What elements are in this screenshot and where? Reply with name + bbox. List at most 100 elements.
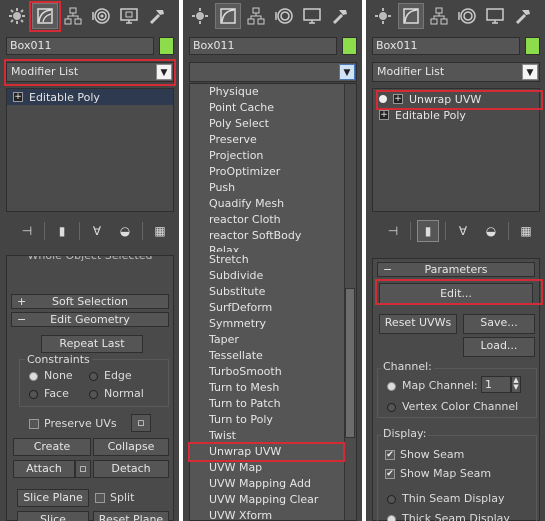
soft-selection-rollout[interactable]: + Soft Selection <box>11 294 169 309</box>
modifier-option[interactable]: UVW Map <box>190 460 356 476</box>
modifier-option[interactable]: TurboSmooth <box>190 364 356 380</box>
detach-button[interactable]: Detach <box>93 460 169 478</box>
show-end-result-icon[interactable]: ▮ <box>417 220 439 242</box>
slice-button[interactable]: Slice <box>17 511 89 521</box>
modifier-option[interactable]: Projection <box>190 148 356 164</box>
modifier-option[interactable]: Physique <box>190 84 356 100</box>
expand-icon[interactable]: + <box>393 94 403 104</box>
utilities-tab[interactable] <box>144 3 170 29</box>
object-color-swatch[interactable] <box>342 37 357 55</box>
make-unique-icon[interactable]: ∀ <box>452 220 474 242</box>
edit-geometry-rollout[interactable]: − Edit Geometry <box>11 312 169 327</box>
make-unique-icon[interactable]: ∀ <box>86 220 108 242</box>
object-color-swatch[interactable] <box>159 37 174 55</box>
constraint-edge[interactable]: Edge <box>89 369 132 382</box>
expand-icon[interactable]: + <box>379 110 389 120</box>
object-color-swatch[interactable] <box>525 37 540 55</box>
modify-tab[interactable] <box>398 3 424 29</box>
display-tab[interactable] <box>116 3 142 29</box>
create-button[interactable]: Create <box>13 438 91 456</box>
dropdown-scrollbar[interactable] <box>344 84 356 520</box>
hierarchy-tab[interactable] <box>426 3 452 29</box>
hierarchy-tab[interactable] <box>243 3 269 29</box>
stack-item-editable-poly[interactable]: + Editable Poly <box>7 89 173 105</box>
constraint-normal[interactable]: Normal <box>89 387 144 400</box>
modifier-option[interactable]: Point Cache <box>190 100 356 116</box>
create-tab[interactable] <box>4 3 30 29</box>
modify-tab[interactable] <box>215 3 241 29</box>
utilities-tab[interactable] <box>510 3 536 29</box>
configure-sets-icon[interactable]: ▦ <box>515 220 537 242</box>
modifier-option[interactable]: SurfDeform <box>190 300 356 316</box>
modifier-option[interactable]: Unwrap UVW <box>190 444 356 460</box>
expand-icon[interactable]: + <box>13 92 23 102</box>
modifier-option[interactable]: Twist <box>190 428 356 444</box>
modifier-option[interactable]: Subdivide <box>190 268 356 284</box>
show-map-seam-checkbox[interactable]: ✔ Show Map Seam <box>385 467 491 480</box>
split-checkbox[interactable]: Split <box>95 491 134 504</box>
modifier-option[interactable]: Tessellate <box>190 348 356 364</box>
chevron-down-icon[interactable]: ▼ <box>339 64 355 80</box>
collapse-button[interactable]: Collapse <box>93 438 169 456</box>
modifier-list-dropdown[interactable]: Modifier List ▼ <box>372 62 540 82</box>
modifier-option[interactable]: reactor Cloth <box>190 212 356 228</box>
show-seam-checkbox[interactable]: ✔ Show Seam <box>385 448 464 461</box>
modifier-option[interactable]: Stretch <box>190 252 356 268</box>
repeat-last-button[interactable]: Repeat Last <box>41 335 143 353</box>
modifier-option[interactable]: Push <box>190 180 356 196</box>
remove-modifier-icon[interactable]: ◒ <box>114 220 136 242</box>
modifier-option[interactable]: Taper <box>190 332 356 348</box>
slice-plane-button[interactable]: Slice Plane <box>17 489 89 507</box>
modifier-option[interactable]: Symmetry <box>190 316 356 332</box>
modifier-list-dropdown[interactable]: ▼ <box>189 62 357 82</box>
vertex-color-channel-radio[interactable]: Vertex Color Channel <box>387 400 518 413</box>
chevron-down-icon[interactable]: ▼ <box>522 64 538 80</box>
hierarchy-tab[interactable] <box>60 3 86 29</box>
attach-list-button[interactable]: ▫ <box>75 460 91 478</box>
reset-plane-button[interactable]: Reset Plane <box>93 511 169 521</box>
preserve-uvs-settings-button[interactable]: ▫ <box>131 414 151 432</box>
modifier-option[interactable]: Turn to Patch <box>190 396 356 412</box>
modifier-option[interactable]: Relax <box>190 244 356 252</box>
modifier-option[interactable]: Turn to Mesh <box>190 380 356 396</box>
display-tab[interactable] <box>482 3 508 29</box>
stack-item-unwrap-uvw[interactable]: + Unwrap UVW <box>373 91 539 107</box>
modifier-option[interactable]: Turn to Poly <box>190 412 356 428</box>
pin-stack-icon[interactable]: ⊣ <box>382 220 404 242</box>
thick-seam-radio[interactable]: Thick Seam Display <box>387 512 510 521</box>
load-button[interactable]: Load... <box>463 337 535 357</box>
modifier-option[interactable]: Substitute <box>190 284 356 300</box>
motion-tab[interactable] <box>454 3 480 29</box>
attach-button[interactable]: Attach <box>13 460 75 478</box>
utilities-tab[interactable] <box>327 3 353 29</box>
remove-modifier-icon[interactable]: ◒ <box>480 220 502 242</box>
object-name-field[interactable]: Box011 <box>189 37 337 55</box>
create-tab[interactable] <box>370 3 396 29</box>
show-end-result-icon[interactable]: ▮ <box>51 220 73 242</box>
scrollbar-thumb[interactable] <box>345 288 355 438</box>
modifier-option[interactable]: UVW Xform <box>190 508 356 520</box>
modifier-option[interactable]: Preserve <box>190 132 356 148</box>
object-name-field[interactable]: Box011 <box>372 37 520 55</box>
configure-sets-icon[interactable]: ▦ <box>149 220 171 242</box>
map-channel-spinner-field[interactable]: 1 <box>481 376 511 393</box>
constraint-none[interactable]: None <box>29 369 73 382</box>
modifier-option[interactable]: ProOptimizer <box>190 164 356 180</box>
edit-button[interactable]: Edit... <box>379 283 533 305</box>
preserve-uvs-checkbox[interactable]: Preserve UVs <box>29 417 117 430</box>
display-tab[interactable] <box>299 3 325 29</box>
object-name-field[interactable]: Box011 <box>6 37 154 55</box>
modifier-list-dropdown[interactable]: Modifier List ▼ <box>6 62 174 82</box>
modifier-option[interactable]: reactor SoftBody <box>190 228 356 244</box>
motion-tab[interactable] <box>271 3 297 29</box>
modify-tab[interactable] <box>32 3 58 29</box>
map-channel-radio[interactable]: Map Channel: <box>387 379 478 392</box>
stack-item-editable-poly[interactable]: + Editable Poly <box>373 107 539 123</box>
pin-stack-icon[interactable]: ⊣ <box>16 220 38 242</box>
constraint-face[interactable]: Face <box>29 387 69 400</box>
create-tab[interactable] <box>187 3 213 29</box>
spinner-arrows-icon[interactable]: ▲ ▼ <box>511 376 521 393</box>
motion-tab[interactable] <box>88 3 114 29</box>
lightbulb-icon[interactable] <box>379 95 387 103</box>
modifier-option[interactable]: UVW Mapping Add <box>190 476 356 492</box>
